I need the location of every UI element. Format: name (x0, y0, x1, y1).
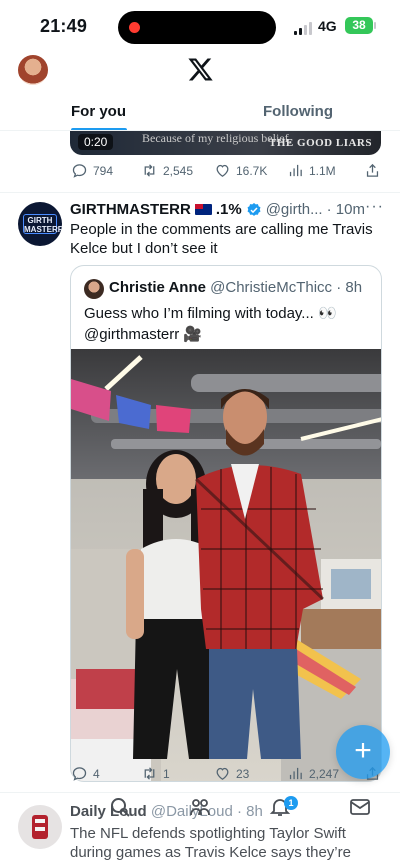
messages-nav-button[interactable] (348, 795, 372, 819)
reply-button[interactable]: 794 (71, 162, 113, 179)
share-button[interactable] (364, 162, 381, 179)
tweet-time: · 10m (326, 201, 365, 218)
plus-icon: + (354, 734, 372, 767)
communities-nav-button[interactable] (188, 795, 212, 819)
dynamic-island (118, 11, 276, 44)
tab-following[interactable]: Following (263, 103, 333, 120)
video-watermark: THE GOOD LIARS (269, 137, 372, 149)
author-name-suffix: .1% (215, 201, 242, 218)
more-options-icon[interactable]: ··· (365, 198, 384, 216)
quoted-tweet[interactable]: Christie Anne @ChristieMcThicc · 8h Gues… (70, 265, 382, 782)
quoted-author-handle: @ChristieMcThicc (210, 279, 333, 296)
heart-icon (216, 164, 229, 177)
tweet-actions: 4 1 23 2,247 (0, 765, 400, 789)
search-icon (111, 798, 130, 817)
notification-badge: 1 (284, 796, 298, 810)
quoted-author-avatar (84, 279, 104, 299)
quoted-tweet-header: Christie Anne @ChristieMcThicc · 8h (109, 279, 362, 296)
tweet-text: People in the comments are calling me Tr… (70, 221, 373, 257)
tweet-divider (0, 792, 400, 793)
compose-post-button[interactable]: + (336, 725, 390, 779)
communities-icon (190, 799, 210, 816)
bottom-nav (0, 795, 400, 825)
status-time: 21:49 (40, 16, 88, 36)
repost-count: 1 (163, 766, 170, 781)
tab-for-you[interactable]: For you (71, 103, 126, 120)
repost-icon (144, 164, 155, 177)
quoted-tweet-text: Guess who I’m filming with today... 👀 @g… (84, 305, 337, 343)
repost-button[interactable]: 1 (141, 765, 170, 782)
like-button[interactable]: 23 (214, 765, 249, 782)
australia-flag-icon (194, 204, 212, 215)
battery-level: 38 (345, 17, 373, 34)
author-avatar[interactable]: GIRTH MASTERR (18, 202, 62, 246)
reply-count: 794 (93, 163, 114, 178)
author-name[interactable]: GIRTHMASTERR (70, 201, 191, 218)
quoted-tweet-photo[interactable] (71, 349, 382, 782)
reply-button[interactable]: 4 (71, 765, 100, 782)
video-player[interactable]: 0:20 Because of my religious belief, THE… (70, 131, 381, 155)
next-tweet-text: The NFL defends spotlighting Taylor Swif… (70, 825, 351, 861)
recording-indicator-icon (129, 22, 140, 33)
views-icon (289, 767, 302, 780)
author-handle[interactable]: @girth... (266, 201, 323, 218)
views-count: 1.1M (309, 163, 336, 178)
reply-count: 4 (93, 766, 100, 781)
views-count: 2,247 (309, 766, 340, 781)
tweet-divider (0, 192, 400, 193)
avatar-logo-text: GIRTH MASTERR (23, 214, 62, 234)
cellular-signal-icon (294, 22, 312, 35)
network-type: 4G (318, 18, 337, 34)
like-button[interactable]: 16.7K (214, 162, 267, 179)
tweet-header: GIRTHMASTERR .1% @girth... · 10m (70, 201, 365, 218)
repost-icon (144, 767, 155, 780)
quoted-tweet-time: · 8h (336, 279, 363, 296)
status-bar: 21:49 4G 38 (0, 0, 400, 54)
reply-icon (72, 767, 87, 781)
like-count: 23 (236, 766, 250, 781)
repost-button[interactable]: 2,545 (141, 162, 193, 179)
share-icon (366, 163, 379, 177)
profile-avatar-button[interactable] (18, 55, 48, 85)
reply-icon (72, 164, 87, 178)
messages-icon (350, 799, 370, 815)
prev-tweet-actions: 794 2,545 16.7K 1.1M (0, 162, 400, 186)
heart-icon (216, 767, 229, 780)
repost-count: 2,545 (163, 163, 194, 178)
battery-tip-icon (374, 22, 376, 29)
views-button[interactable]: 1.1M (287, 162, 336, 179)
verified-badge-icon (247, 202, 261, 216)
views-button[interactable]: 2,247 (287, 765, 339, 782)
like-count: 16.7K (236, 163, 268, 178)
video-duration: 0:20 (78, 134, 114, 150)
x-logo-icon[interactable] (187, 56, 214, 83)
quoted-author-name: Christie Anne (109, 279, 206, 296)
search-nav-button[interactable] (108, 795, 132, 819)
views-icon (289, 164, 302, 177)
timeline-tabs: For you Following (0, 96, 400, 132)
